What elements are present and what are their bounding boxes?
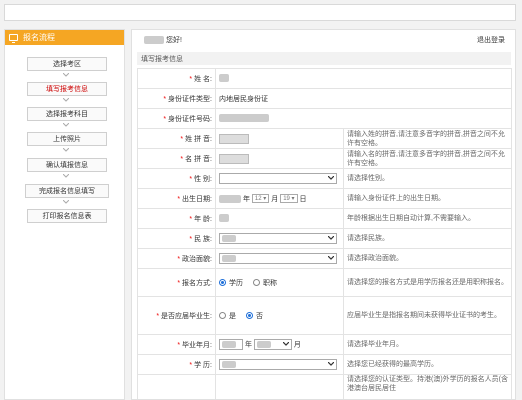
row-grad-year: * 毕业年月: 年 月 请选择毕业年月。 (137, 334, 512, 355)
section-title: 填写报考信息 (137, 52, 511, 65)
row-apply-mode: * 报名方式: 学历 职称 请选择您的报名方式是用学历报名还是用职称报名。 (137, 268, 512, 297)
row-political: * 政治面貌: 请选择政治面貌。 (137, 248, 512, 269)
political-select[interactable] (219, 253, 337, 264)
grad-month-unit: 月 (293, 341, 301, 349)
top-bar (4, 4, 516, 21)
age-hint: 年龄根据出生日期自动计算,不需要输入。 (343, 208, 512, 229)
monitor-icon (9, 34, 18, 43)
idtype-label: 身份证件类型: (168, 95, 212, 103)
logout-link[interactable]: 退出登录 (477, 35, 505, 45)
main-panel: 您好! 退出登录 填写报考信息 * 姓 名: * 身份证件类型: 内地居民身份证 *… (131, 29, 516, 400)
idtype-value: 内地居民身份证 (219, 95, 268, 103)
edu-select[interactable] (219, 359, 337, 370)
edu-hint: 选择您已经获得的最高学历。 (343, 354, 512, 375)
birth-day-select[interactable]: 19 ▾ (280, 194, 298, 204)
chevron-down-icon (63, 174, 69, 180)
grad-month-select[interactable] (253, 339, 292, 350)
grad-year-label: 毕业年月: (182, 341, 212, 349)
birth-month-unit: 月 (271, 195, 279, 203)
sidebar-header: 报名流程 (5, 30, 124, 45)
edu-label: 学 历: (194, 361, 212, 369)
row-education: * 学 历: 选择您已经获得的最高学历。 (137, 354, 512, 375)
row-gender: * 性 别: 请选择性别。 (137, 168, 512, 189)
apply-mode-hint: 请选择您的报名方式是用学历报名还是用职称报名。 (343, 268, 512, 297)
sidebar-header-label: 报名流程 (23, 33, 55, 42)
step-upload-photo[interactable]: 上传照片 (27, 132, 107, 146)
given-pinyin-input[interactable] (219, 153, 249, 164)
row-fresh-grad: * 是否应届毕业生: 是 否 应届毕业生是指报名期间未获得毕业证书的考生。 (137, 296, 512, 335)
chevron-down-icon (327, 255, 335, 263)
step-select-region[interactable]: 选择考区 (27, 57, 107, 71)
row-name: * 姓 名: (137, 68, 512, 89)
username-redacted (144, 36, 164, 44)
ethnic-hint: 请选择民族。 (343, 228, 512, 249)
row-id-number: * 身份证件号码: (137, 108, 512, 129)
apply-mode-label: 报名方式: (182, 279, 212, 287)
gender-label: 性 别: (194, 175, 212, 183)
chevron-down-icon (327, 361, 335, 369)
ethnic-label: 民 族: (194, 235, 212, 243)
political-label: 政治面貌: (182, 255, 212, 263)
apply-mode-edu-label: 学历 (229, 279, 243, 287)
birth-day-unit: 日 (299, 195, 307, 203)
idnum-label: 身份证件号码: (168, 115, 212, 123)
fresh-grad-radio-no[interactable] (245, 312, 253, 319)
gender-select[interactable] (219, 173, 337, 184)
step-fill-info[interactable]: 填写报考信息 (27, 82, 107, 96)
ethnic-select[interactable] (219, 233, 337, 244)
chevron-down-icon (63, 98, 69, 104)
birth-label: 出生日期: (182, 195, 212, 203)
step-complete-info[interactable]: 完成报名信息填写 (25, 184, 109, 198)
step-select-subjects[interactable]: 选择报考科目 (27, 107, 107, 121)
greeting: 您好! (144, 35, 182, 45)
chevron-down-icon (63, 148, 69, 154)
chevron-down-icon (327, 175, 335, 183)
step-print-form[interactable]: 打印报名信息表 (27, 209, 107, 223)
chevron-down-icon (63, 123, 69, 129)
fresh-grad-no-label: 否 (255, 312, 263, 320)
row-ethnic: * 民 族: 请选择民族。 (137, 228, 512, 249)
row-birth: * 出生日期: 年 12 ▾ 月 19 ▾ 日 请输入身份证件上的出生日期。 (137, 188, 512, 209)
apply-mode-title-label: 职称 (262, 279, 277, 287)
row-cert-type: 请选择您的认证类型。持港(澳)外学历的报名人员(含港澳台居民居住 (137, 374, 512, 399)
surname-pinyin-hint: 请输入姓的拼音,请注意多音字的拼音,拼音之间不允许有空格。 (343, 128, 512, 149)
given-pinyin-label: 名 拼 音: (185, 155, 212, 163)
idnum-value-redacted (219, 113, 269, 122)
apply-mode-radio-title[interactable] (252, 279, 260, 286)
birth-year-redacted[interactable] (219, 194, 241, 203)
surname-pinyin-label: 姓 拼 音: (185, 135, 212, 143)
given-pinyin-hint: 请输入名的拼音,请注意多音字的拼音,拼音之间不允许有空格。 (343, 148, 512, 169)
greeting-text: 您好! (166, 37, 182, 44)
cert-type-hint: 请选择您的认证类型。持港(澳)外学历的报名人员(含港澳台居民居住 (343, 374, 512, 399)
birth-month-select[interactable]: 12 ▾ (251, 194, 270, 204)
name-label: 姓 名: (194, 75, 212, 83)
chevron-down-icon (63, 200, 69, 206)
birth-hint: 请输入身份证件上的出生日期。 (343, 188, 512, 209)
birth-year-unit: 年 (242, 195, 250, 203)
row-id-type: * 身份证件类型: 内地居民身份证 (137, 88, 512, 109)
registration-form: * 姓 名: * 身份证件类型: 内地居民身份证 * 身份证件号码: * 姓 拼 音: … (137, 68, 512, 399)
surname-pinyin-input[interactable] (219, 133, 249, 144)
chevron-down-icon (327, 235, 335, 243)
process-sidebar: 报名流程 选择考区 填写报考信息 选择报考科目 上传照片 确认填报信息 完成报名… (4, 29, 125, 400)
name-value-redacted (219, 73, 229, 82)
apply-mode-radio-edu[interactable] (219, 279, 226, 286)
row-given-pinyin: * 名 拼 音: 请输入名的拼音,请注意多音字的拼音,拼音之间不允许有空格。 (137, 148, 512, 169)
age-value-redacted (219, 213, 229, 222)
political-hint: 请选择政治面貌。 (343, 248, 512, 269)
fresh-grad-hint: 应届毕业生是指报名期间未获得毕业证书的考生。 (343, 296, 512, 335)
grad-year-select[interactable] (219, 339, 243, 350)
grad-year-unit: 年 (244, 341, 252, 349)
chevron-down-icon (282, 341, 290, 349)
fresh-grad-yes-label: 是 (229, 312, 236, 320)
fresh-grad-radio-yes[interactable] (219, 312, 226, 319)
grad-year-hint: 请选择毕业年月。 (343, 334, 512, 355)
gender-hint: 请选择性别。 (343, 168, 512, 189)
row-surname-pinyin: * 姓 拼 音: 请输入姓的拼音,请注意多音字的拼音,拼音之间不允许有空格。 (137, 128, 512, 149)
step-confirm-info[interactable]: 确认填报信息 (27, 158, 107, 172)
row-age: * 年 龄: 年龄根据出生日期自动计算,不需要输入。 (137, 208, 512, 229)
fresh-grad-label: 是否应届毕业生: (161, 312, 212, 320)
chevron-down-icon (63, 73, 69, 79)
age-label: 年 龄: (194, 215, 212, 223)
